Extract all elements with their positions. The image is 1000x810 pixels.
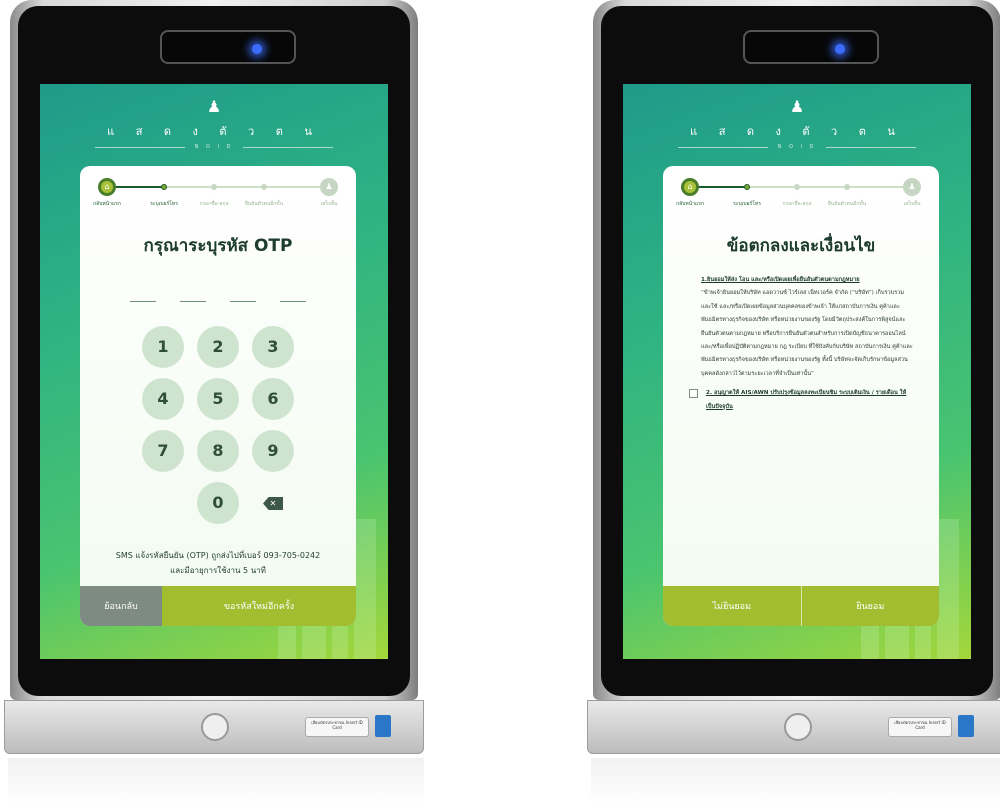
screen-header: ♟ แ ส ด ง ตั ว ต น N O I D <box>623 98 971 150</box>
user-check-icon: ♟ <box>903 178 921 196</box>
consent-checkbox[interactable] <box>689 389 698 399</box>
step-label-done: เสร็จสิ้น <box>320 201 338 207</box>
otp-digit-slot[interactable] <box>280 301 306 302</box>
home-icon[interactable]: ⌂ <box>681 178 699 196</box>
otp-digit-slot[interactable] <box>230 301 256 302</box>
step-line-active <box>691 186 747 188</box>
camera-led-icon <box>835 44 845 54</box>
step-label-name: กรอกชื่อ-สกุล <box>782 201 812 207</box>
id-card-slot[interactable]: เสียบบัตรประชาชน Insert ID Card <box>888 717 952 737</box>
backspace-icon[interactable]: ✕ <box>263 497 283 510</box>
page-title: กรุณาระบุรหัส OTP <box>143 236 293 256</box>
step-dot <box>261 184 267 190</box>
step-label-name: กรอกชื่อ-สกุล <box>199 201 229 207</box>
step-label-verify: ยืนยันตัวตนอีกขั้น <box>827 201 867 207</box>
header-subtitle-row: N O I D <box>623 144 971 150</box>
camera-bar <box>743 30 879 64</box>
divider <box>826 146 917 148</box>
terms-body: “ข้าพเจ้ายินยอมให้บริษัท แอดวานซ์ ไวร์เล… <box>701 290 913 377</box>
resend-otp-button[interactable]: ขอรหัสใหม่อีกครั้ง <box>162 586 356 626</box>
camera-led-icon <box>252 44 262 54</box>
header-subtitle: N O I D <box>194 144 234 150</box>
step-dot-active <box>161 184 167 190</box>
home-icon[interactable]: ⌂ <box>98 178 116 196</box>
floor-reflection <box>591 758 1000 808</box>
kiosk-base: เสียบบัตรประชาชน Insert ID Card <box>587 700 1000 754</box>
key-3[interactable]: 3 <box>252 326 294 368</box>
divider <box>243 146 334 148</box>
step-label-phone: ระบุเบอร์โทร <box>733 201 761 207</box>
step-label-done: เสร็จสิ้น <box>903 201 921 207</box>
header-title: แ ส ด ง ตั ว ต น <box>690 125 904 138</box>
step-dot <box>211 184 217 190</box>
header-subtitle: N O I D <box>777 144 817 150</box>
user-add-icon: ♟ <box>206 97 222 116</box>
step-line <box>747 186 917 188</box>
consent-label[interactable]: 2. อนุญาตให้ AIS/AWN ปรับปรุงข้อมูลลงทะเ… <box>706 387 915 414</box>
page-title: ข้อตกลงและเงื่อนไข <box>726 236 876 256</box>
progress-stepper: ⌂ ♟ กลับหน้าแรก ระบุเบอร์โทร กรอกชื่อ-สก… <box>93 178 342 208</box>
back-button[interactable]: ย้อนกลับ <box>80 586 162 626</box>
progress-stepper: ⌂ ♟ กลับหน้าแรก ระบุเบอร์โทร กรอกชื่อ-สก… <box>676 178 925 208</box>
header-title: แ ส ด ง ตั ว ต น <box>107 125 321 138</box>
header-subtitle-row: N O I D <box>40 144 388 150</box>
terms-text: 1.ยินยอมให้ส่ง โอน และ/หรือเปิดเผยเพื่อย… <box>689 274 915 414</box>
power-button[interactable] <box>201 713 229 741</box>
floor-reflection <box>8 758 424 808</box>
kiosk-screen: ♟ แ ส ด ง ตั ว ต น N O I D ⌂ ♟ กลับหน้าแ… <box>40 84 388 659</box>
step-label-verify: ยืนยันตัวตนอีกขั้น <box>244 201 284 207</box>
step-label-home[interactable]: กลับหน้าแรก <box>676 200 704 208</box>
kiosk-left: ♟ แ ส ด ง ตั ว ต น N O I D ⌂ ♟ กลับหน้าแ… <box>0 0 425 810</box>
id-card-icon <box>958 715 974 737</box>
decline-button[interactable]: ไม่ยินยอม <box>663 586 801 626</box>
key-1[interactable]: 1 <box>142 326 184 368</box>
kiosk-right: ♟ แ ส ด ง ตั ว ต น N O I D ⌂ ♟ กลับหน้าแ… <box>583 0 1000 810</box>
sms-note-line1: SMS แจ้งรหัสยืนยัน (OTP) ถูกส่งไปที่เบอร… <box>115 551 321 560</box>
step-label-phone: ระบุเบอร์โทร <box>150 201 178 207</box>
user-check-icon: ♟ <box>320 178 338 196</box>
divider <box>94 146 185 148</box>
step-label-home[interactable]: กลับหน้าแรก <box>93 200 121 208</box>
otp-card: ⌂ ♟ กลับหน้าแรก ระบุเบอร์โทร กรอกชื่อ-สก… <box>80 166 356 626</box>
action-button-row: ไม่ยินยอม ยินยอม <box>663 586 939 626</box>
terms-card: ⌂ ♟ กลับหน้าแรก ระบุเบอร์โทร กรอกชื่อ-สก… <box>663 166 939 626</box>
step-line <box>164 186 334 188</box>
kiosk-screen: ♟ แ ส ด ง ตั ว ต น N O I D ⌂ ♟ กลับหน้าแ… <box>623 84 971 659</box>
user-add-icon: ♟ <box>789 97 805 116</box>
key-0[interactable]: 0 <box>197 482 239 524</box>
sms-note-line2: และมีอายุการใช้งาน 5 นาที <box>170 566 266 575</box>
otp-input-row[interactable] <box>130 301 306 302</box>
step-dot <box>794 184 800 190</box>
otp-digit-slot[interactable] <box>180 301 206 302</box>
action-button-row: ย้อนกลับ ขอรหัสใหม่อีกครั้ง <box>80 586 356 626</box>
key-6[interactable]: 6 <box>252 378 294 420</box>
accept-button[interactable]: ยินยอม <box>801 586 939 626</box>
step-dot-active <box>744 184 750 190</box>
step-dot <box>844 184 850 190</box>
sms-note: SMS แจ้งรหัสยืนยัน (OTP) ถูกส่งไปที่เบอร… <box>80 548 356 578</box>
screen-header: ♟ แ ส ด ง ตั ว ต น N O I D <box>40 98 388 150</box>
consent-row[interactable]: 2. อนุญาตให้ AIS/AWN ปรับปรุงข้อมูลลงทะเ… <box>689 387 915 414</box>
power-button[interactable] <box>784 713 812 741</box>
key-2[interactable]: 2 <box>197 326 239 368</box>
key-7[interactable]: 7 <box>142 430 184 472</box>
key-5[interactable]: 5 <box>197 378 239 420</box>
id-card-slot[interactable]: เสียบบัตรประชาชน Insert ID Card <box>305 717 369 737</box>
id-card-icon <box>375 715 391 737</box>
otp-digit-slot[interactable] <box>130 301 156 302</box>
key-8[interactable]: 8 <box>197 430 239 472</box>
kiosk-base: เสียบบัตรประชาชน Insert ID Card <box>4 700 424 754</box>
step-line-active <box>108 186 164 188</box>
divider <box>677 146 768 148</box>
key-4[interactable]: 4 <box>142 378 184 420</box>
terms-heading: 1.ยินยอมให้ส่ง โอน และ/หรือเปิดเผยเพื่อย… <box>701 277 860 283</box>
key-9[interactable]: 9 <box>252 430 294 472</box>
camera-bar <box>160 30 296 64</box>
